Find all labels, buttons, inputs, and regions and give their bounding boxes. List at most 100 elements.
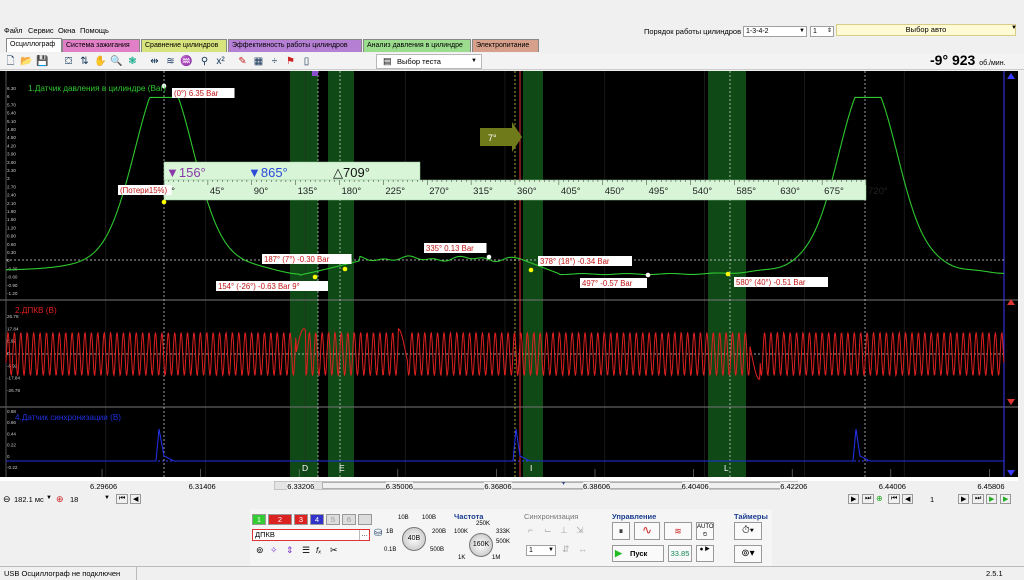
play-end-icon[interactable]: ⏭: [862, 494, 875, 504]
first-page-icon[interactable]: ⏮: [888, 494, 901, 504]
select-auto-button[interactable]: Выбор авто: [836, 24, 1016, 36]
chevron-down-icon[interactable]: ▼: [46, 495, 52, 501]
tab-oscilloscope[interactable]: Осциллограф: [6, 38, 62, 52]
list-icon[interactable]: ☰: [302, 545, 310, 556]
scale-icon[interactable]: ⇹: [148, 55, 161, 68]
channel-name-value: ДПКВ: [255, 530, 275, 539]
div-value[interactable]: 18: [70, 495, 78, 504]
tab-cylinder-efficiency[interactable]: Эффективность работы цилиндров: [228, 39, 362, 52]
cylinder-button-3[interactable]: 3: [294, 514, 308, 525]
menu-file[interactable]: Файл: [4, 26, 22, 35]
settings-tools-icon[interactable]: ✂: [330, 545, 338, 556]
cylinder-button-4[interactable]: 4: [310, 514, 324, 525]
ch1-tick-label: 1.20: [7, 225, 16, 230]
select-test-button[interactable]: ▤ Выбор теста ▼: [376, 54, 482, 69]
start-label: Пуск: [630, 549, 648, 558]
ch1-tick-label: 0.60: [7, 242, 16, 247]
sync-offset-icon[interactable]: ↔: [578, 544, 587, 554]
cylinder-button-1[interactable]: 1: [252, 514, 266, 525]
sine-button[interactable]: ∿: [634, 522, 660, 540]
sync-channel-select[interactable]: 1 ▼: [526, 545, 556, 556]
freq-knob[interactable]: 250K 100K 333K 500K 1K 1M 160K: [452, 521, 512, 567]
ch1-tick-label: 5.70: [7, 102, 16, 107]
grid-icon[interactable]: ▦: [252, 55, 265, 68]
chevron-down-icon: ▼: [799, 28, 805, 34]
marker-icon[interactable]: ⇅: [78, 55, 91, 68]
ellipsis-icon[interactable]: …: [359, 530, 368, 540]
time-scrollbar[interactable]: ▾: [274, 481, 798, 490]
sync-rising-icon[interactable]: ⌐: [528, 525, 533, 535]
math-icon[interactable]: ≋: [164, 55, 177, 68]
play-green-end-icon[interactable]: ▶: [1000, 494, 1012, 504]
cylinder-select[interactable]: 1 ⇕: [810, 26, 834, 37]
channel-save-icon[interactable]: ⛁: [374, 528, 382, 539]
pause-button[interactable]: ⏸: [612, 522, 630, 540]
cylinder-order-select[interactable]: 1-3-4-2 ▼: [743, 26, 807, 37]
first-page-icon[interactable]: ⏮: [116, 494, 129, 504]
trigger-icon[interactable]: ⛋: [62, 55, 75, 68]
start-button[interactable]: ▶ Пуск: [612, 545, 664, 562]
flag-icon[interactable]: ⚑: [284, 55, 297, 68]
cylinder-button-2[interactable]: 2: [268, 514, 292, 525]
timer-button[interactable]: ⏱▾: [734, 522, 762, 540]
invert-icon[interactable]: ⇕: [286, 545, 294, 556]
zoom-out-icon[interactable]: ⊖: [3, 494, 11, 505]
sync-falling-icon[interactable]: ⌙: [544, 525, 552, 536]
volt-knob[interactable]: 10В 100В 1В 200В 0.1В 500В 40В: [384, 515, 446, 565]
cylinder-button-6[interactable]: 6: [342, 514, 356, 525]
save-icon[interactable]: 💾: [36, 55, 49, 68]
ch4-tick-label: -0.22: [7, 465, 18, 470]
chevron-down-icon[interactable]: ▼: [104, 495, 110, 501]
tab-ignition[interactable]: Система зажигания: [62, 39, 140, 52]
hand-icon[interactable]: ✋: [94, 55, 107, 68]
cursor-icon[interactable]: ✎: [236, 55, 249, 68]
zoom-in-icon[interactable]: ⊕: [56, 494, 64, 505]
oscilloscope-display[interactable]: 6.30 6 5.70 5.40 5.10 4.80 4.50 4.20 3.90 3.60 3.3…: [0, 71, 1018, 481]
chevron-down-icon[interactable]: ▼: [1011, 25, 1017, 31]
annotation-label: 580° (40°) -0.51 Bar: [736, 278, 806, 287]
tab-pressure-analysis[interactable]: Анализ давления в цилиндре: [363, 39, 471, 52]
zoom-icon[interactable]: 🔍: [110, 55, 123, 68]
probe-icon[interactable]: ⊚: [256, 545, 264, 556]
noise-button[interactable]: ≋: [664, 522, 692, 540]
prev-page-icon[interactable]: ◀: [902, 494, 914, 504]
sync-pulse-icon[interactable]: ⊥: [560, 525, 568, 536]
channel-name-field[interactable]: ДПКВ …: [252, 529, 370, 541]
menu-help[interactable]: Помощь: [80, 26, 109, 35]
freq-label-1k: 1K: [458, 555, 466, 561]
play-icon[interactable]: ▶: [848, 494, 860, 504]
add-page-icon[interactable]: ⊕: [876, 494, 883, 503]
page-icon[interactable]: ▯: [300, 55, 313, 68]
sync-level-icon[interactable]: ⇵: [562, 544, 570, 555]
rpm-value: 923: [951, 52, 976, 68]
spectrum-icon[interactable]: ♒: [180, 55, 193, 68]
last-page-icon[interactable]: ⏭: [972, 494, 985, 504]
measure-icon[interactable]: ⚲: [198, 55, 211, 68]
filter-icon[interactable]: ❃: [126, 55, 139, 68]
auto-button[interactable]: AUTO ⏲: [696, 522, 714, 540]
new-file-icon[interactable]: 🗋: [4, 55, 17, 68]
menu-service[interactable]: Сервис: [28, 26, 54, 35]
degree-tick-label: 180°: [342, 186, 362, 197]
cylinder-button-d[interactable]: [358, 514, 372, 525]
bottom-nav: ⊖ 182.1 мс ▼ ⊕ 18 ▼ ⏮ ◀ ▶ ⏭ ⊕ ⏮ ◀ 1 ▶ ⏭ …: [0, 494, 1024, 506]
cylinder-button-5[interactable]: 5: [326, 514, 340, 525]
version-label: 2.5.1: [986, 569, 1003, 578]
timer-record-button[interactable]: ⊚▾: [734, 545, 762, 563]
open-folder-icon[interactable]: 📂: [20, 55, 33, 68]
tab-cylinder-compare[interactable]: Сравнение цилиндров: [141, 39, 227, 52]
timebase-value[interactable]: 182.1 мс: [14, 495, 44, 504]
record-button[interactable]: ⏺ ▶: [696, 545, 714, 562]
prev-page-icon[interactable]: ◀: [130, 494, 142, 504]
freq-label-333k: 333K: [496, 529, 511, 535]
menu-windows[interactable]: Окна: [58, 26, 75, 35]
channel-icon[interactable]: x²: [214, 55, 227, 68]
tab-power-supply[interactable]: Электропитание: [472, 39, 539, 52]
divide-icon[interactable]: ÷: [268, 55, 281, 68]
sync-auto-icon[interactable]: ⇲: [576, 525, 584, 536]
next-page-icon[interactable]: ▶: [958, 494, 970, 504]
wave-icon[interactable]: ✧: [270, 545, 278, 556]
function-icon[interactable]: fₓ: [316, 546, 321, 555]
ch1-tick-label: 0.30: [7, 250, 16, 255]
play-green-icon[interactable]: ▶: [986, 494, 998, 504]
